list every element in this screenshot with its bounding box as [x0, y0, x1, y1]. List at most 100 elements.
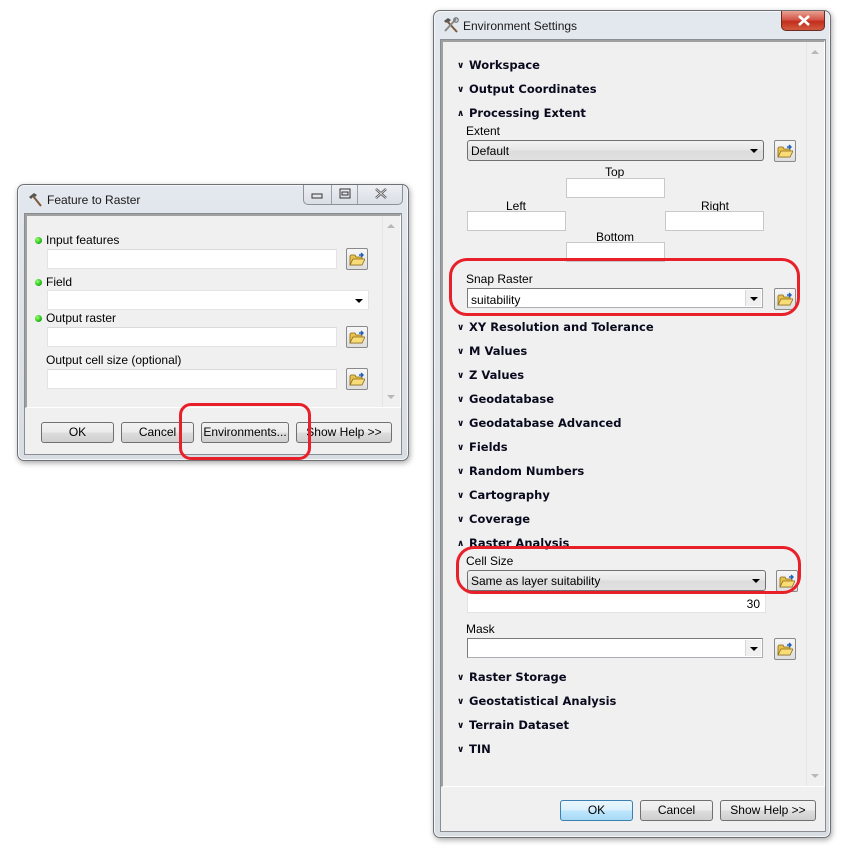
- extent-value: Default: [471, 144, 510, 158]
- output-cell-size-input[interactable]: [47, 369, 337, 389]
- section-raster-analysis[interactable]: ∧ Raster Analysis: [457, 536, 569, 550]
- feature-to-raster-window: Feature to Raster Input features Field O…: [17, 184, 409, 461]
- field-dropdown[interactable]: [47, 290, 369, 310]
- window-title: Environment Settings: [463, 19, 578, 33]
- section-processing-extent[interactable]: ∧ Processing Extent: [457, 106, 586, 120]
- extent-bottom-input[interactable]: [566, 242, 665, 262]
- environment-settings-window: Environment Settings ∨ Workspace ∨ Output …: [433, 10, 831, 838]
- section-geodatabase-advanced[interactable]: ∨ Geodatabase Advanced: [457, 416, 621, 430]
- output-cell-size-browse-button[interactable]: [346, 368, 368, 390]
- ok-button[interactable]: OK: [560, 800, 633, 821]
- section-random-numbers[interactable]: ∨ Random Numbers: [457, 464, 584, 478]
- section-xy-resolution[interactable]: ∨ XY Resolution and Tolerance: [457, 320, 654, 334]
- cell-size-dropdown[interactable]: Same as layer suitability: [467, 570, 766, 591]
- settings-scrollbar[interactable]: [806, 42, 824, 786]
- environments-button[interactable]: Environments...: [201, 422, 289, 443]
- scroll-down-icon[interactable]: [387, 395, 395, 399]
- open-folder-icon: [777, 292, 793, 306]
- output-raster-input[interactable]: [47, 327, 337, 347]
- hammer-icon: [29, 193, 42, 207]
- section-workspace[interactable]: ∨ Workspace: [457, 58, 540, 72]
- section-label: Fields: [469, 440, 508, 454]
- snap-raster-browse-button[interactable]: [774, 288, 796, 310]
- section-tin[interactable]: ∨ TIN: [457, 742, 491, 756]
- scroll-up-icon[interactable]: [811, 50, 819, 54]
- settings-panel: ∨ Workspace ∨ Output Coordinates ∧ Processi…: [441, 40, 825, 787]
- cancel-button[interactable]: Cancel: [121, 422, 194, 443]
- extent-right-input[interactable]: [665, 211, 764, 231]
- extent-top-input[interactable]: [566, 178, 665, 198]
- dialog-body: ∨ Workspace ∨ Output Coordinates ∧ Processi…: [440, 39, 826, 832]
- section-geostatistical-analysis[interactable]: ∨ Geostatistical Analysis: [457, 694, 616, 708]
- parameters-panel: Input features Field Output raster Outpu…: [25, 214, 401, 408]
- extent-left-input[interactable]: [467, 211, 566, 231]
- maximize-button[interactable]: [331, 185, 357, 204]
- section-label: XY Resolution and Tolerance: [469, 320, 654, 334]
- expand-chevron-icon: ∨: [457, 323, 465, 333]
- section-label: Output Coordinates: [469, 82, 597, 96]
- open-folder-icon: [349, 252, 365, 266]
- close-button[interactable]: [357, 185, 403, 204]
- field-label: Field: [46, 275, 73, 289]
- dropdown-button[interactable]: [745, 640, 761, 656]
- output-raster-label: Output raster: [46, 311, 117, 325]
- snap-raster-label: Snap Raster: [466, 272, 533, 286]
- extent-top-label: Top: [605, 165, 625, 179]
- expand-chevron-icon: ∨: [457, 61, 465, 71]
- cell-size-browse-button[interactable]: [776, 570, 798, 592]
- show-help-button[interactable]: Show Help >>: [296, 422, 392, 443]
- chevron-down-icon: [355, 299, 363, 303]
- section-label: Terrain Dataset: [469, 718, 570, 732]
- output-cell-size-label: Output cell size (optional): [46, 353, 182, 367]
- parameters-scrollbar[interactable]: [382, 216, 400, 407]
- open-folder-icon: [777, 144, 793, 158]
- section-geodatabase[interactable]: ∨ Geodatabase: [457, 392, 554, 406]
- expand-chevron-icon: ∨: [457, 721, 465, 731]
- scroll-up-icon[interactable]: [387, 224, 395, 228]
- section-label: TIN: [469, 742, 491, 756]
- section-cartography[interactable]: ∨ Cartography: [457, 488, 550, 502]
- section-label: M Values: [469, 344, 528, 358]
- section-label: Raster Analysis: [469, 536, 570, 550]
- snap-raster-dropdown[interactable]: suitability: [467, 288, 763, 308]
- title-bar[interactable]: Environment Settings: [434, 11, 830, 39]
- section-label: Random Numbers: [469, 464, 585, 478]
- ok-button[interactable]: OK: [41, 422, 114, 443]
- collapse-chevron-icon: ∧: [457, 109, 465, 119]
- mask-browse-button[interactable]: [774, 638, 796, 660]
- section-output-coordinates[interactable]: ∨ Output Coordinates: [457, 82, 597, 96]
- minimize-icon: [311, 193, 323, 199]
- open-folder-icon: [779, 574, 795, 588]
- cancel-button[interactable]: Cancel: [640, 800, 713, 821]
- extent-dropdown[interactable]: Default: [467, 140, 764, 161]
- expand-chevron-icon: ∨: [457, 347, 465, 357]
- tools-icon: [444, 17, 459, 33]
- section-label: Geodatabase Advanced: [469, 416, 622, 430]
- section-fields[interactable]: ∨ Fields: [457, 440, 508, 454]
- cell-size-numeric-input[interactable]: 30: [467, 593, 766, 613]
- section-label: Processing Extent: [469, 106, 586, 120]
- input-features-input[interactable]: [47, 249, 337, 269]
- title-bar[interactable]: Feature to Raster: [18, 185, 408, 213]
- expand-chevron-icon: ∨: [457, 515, 465, 525]
- expand-chevron-icon: ∨: [457, 371, 465, 381]
- chevron-down-icon: [750, 149, 758, 153]
- expand-chevron-icon: ∨: [457, 491, 465, 501]
- section-coverage[interactable]: ∨ Coverage: [457, 512, 530, 526]
- section-raster-storage[interactable]: ∨ Raster Storage: [457, 670, 567, 684]
- section-terrain-dataset[interactable]: ∨ Terrain Dataset: [457, 718, 569, 732]
- section-m-values[interactable]: ∨ M Values: [457, 344, 527, 358]
- expand-chevron-icon: ∨: [457, 745, 465, 755]
- show-help-button[interactable]: Show Help >>: [720, 800, 816, 821]
- minimize-button[interactable]: [304, 185, 331, 204]
- dropdown-button[interactable]: [745, 290, 761, 306]
- extent-browse-button[interactable]: [774, 140, 796, 162]
- expand-chevron-icon: ∨: [457, 673, 465, 683]
- section-z-values[interactable]: ∨ Z Values: [457, 368, 524, 382]
- input-features-browse-button[interactable]: [346, 248, 368, 270]
- output-raster-browse-button[interactable]: [346, 326, 368, 348]
- mask-dropdown[interactable]: [467, 638, 763, 658]
- expand-chevron-icon: ∨: [457, 697, 465, 707]
- close-button[interactable]: [781, 11, 825, 31]
- scroll-down-icon[interactable]: [811, 774, 819, 778]
